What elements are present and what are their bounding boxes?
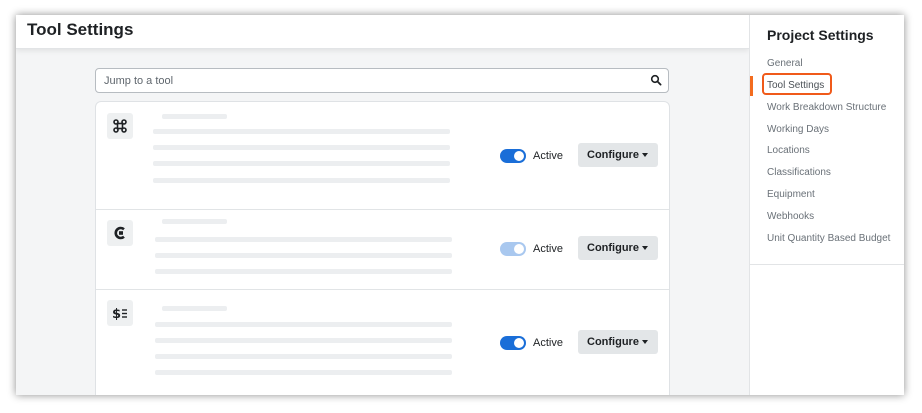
placeholder-line xyxy=(155,253,452,258)
active-label: Active xyxy=(533,150,563,162)
tool-card: Active Configure xyxy=(96,209,669,290)
search-icon[interactable] xyxy=(650,74,662,86)
sidebar-item-equipment[interactable]: Equipment xyxy=(767,189,815,200)
active-toggle[interactable] xyxy=(500,336,526,350)
sidebar-item-general[interactable]: General xyxy=(767,58,803,69)
tool-list: Active Configure Active Configure $ Acti… xyxy=(95,101,670,395)
sidebar-item-unit-quantity-based-budget[interactable]: Unit Quantity Based Budget xyxy=(767,233,890,244)
placeholder-line xyxy=(153,145,450,150)
tool-card: Active Configure xyxy=(96,102,669,210)
placeholder-line xyxy=(155,354,452,359)
sidebar-item-work-breakdown-structure[interactable]: Work Breakdown Structure xyxy=(767,102,886,113)
active-toggle[interactable] xyxy=(500,149,526,163)
sidebar-title: Project Settings xyxy=(767,27,874,43)
sidebar-item-webhooks[interactable]: Webhooks xyxy=(767,211,814,222)
placeholder-line xyxy=(162,219,227,224)
configure-button[interactable]: Configure xyxy=(578,330,658,354)
project-settings-sidebar: Project Settings General Tool Settings W… xyxy=(749,15,904,395)
command-icon xyxy=(107,113,133,139)
c-logo-icon xyxy=(107,220,133,246)
placeholder-line xyxy=(155,370,452,375)
placeholder-line xyxy=(155,338,452,343)
placeholder-line xyxy=(153,161,450,166)
active-label: Active xyxy=(533,243,563,255)
configure-label: Configure xyxy=(587,149,639,161)
sidebar-item-classifications[interactable]: Classifications xyxy=(767,167,831,178)
sidebar-item-working-days[interactable]: Working Days xyxy=(767,124,829,135)
placeholder-line xyxy=(153,129,450,134)
dollar-list-icon: $ xyxy=(107,300,133,326)
configure-button[interactable]: Configure xyxy=(578,143,658,167)
selected-indicator xyxy=(750,76,753,96)
placeholder-line xyxy=(155,269,452,274)
configure-label: Configure xyxy=(587,336,639,348)
configure-label: Configure xyxy=(587,242,639,254)
placeholder-line xyxy=(153,178,450,183)
page-title: Tool Settings xyxy=(27,20,134,39)
tool-search-input[interactable] xyxy=(96,69,624,92)
active-toggle[interactable] xyxy=(500,242,526,256)
app-window: Tool Settings Jump to a tool Active Conf… xyxy=(16,15,904,395)
placeholder-line xyxy=(155,322,452,327)
chevron-down-icon xyxy=(642,153,648,157)
configure-button[interactable]: Configure xyxy=(578,236,658,260)
highlight-box xyxy=(762,73,832,95)
sidebar-divider xyxy=(750,264,904,265)
sidebar-item-locations[interactable]: Locations xyxy=(767,145,810,156)
tool-card: $ Active Configure xyxy=(96,289,669,395)
tool-search-box[interactable] xyxy=(95,68,669,93)
page-header: Tool Settings xyxy=(16,15,749,49)
placeholder-line xyxy=(162,114,227,119)
svg-text:$: $ xyxy=(112,307,121,320)
active-label: Active xyxy=(533,337,563,349)
placeholder-line xyxy=(162,306,227,311)
placeholder-line xyxy=(155,237,452,242)
chevron-down-icon xyxy=(642,340,648,344)
chevron-down-icon xyxy=(642,246,648,250)
